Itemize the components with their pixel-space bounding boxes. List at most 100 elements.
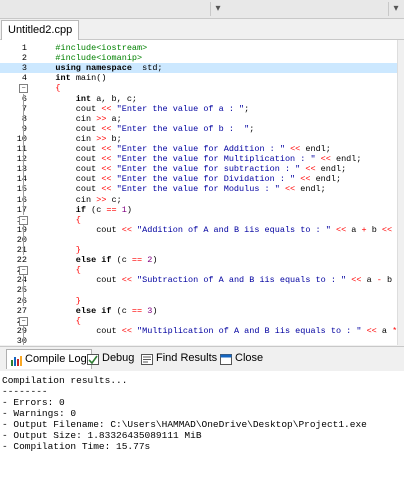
code-line[interactable]: 2 #include<iomanip> <box>0 53 404 63</box>
toolbar-dropdown-icon[interactable]: ▾ <box>388 2 403 16</box>
toolbar-dropdown-icon[interactable]: ▾ <box>210 2 225 16</box>
code-token: << <box>121 224 132 235</box>
bottom-panel-tabs: Compile Log Debug Find Results Close <box>0 346 404 372</box>
fold-toggle-icon[interactable]: − <box>19 266 28 276</box>
code-line[interactable]: 24 cout << "Subtraction of A and B iis e… <box>0 275 404 285</box>
fold-guide-line <box>23 325 24 345</box>
code-text: cout << "Multiplication of A and B iis e… <box>35 326 404 336</box>
code-token: { <box>35 83 61 94</box>
code-token: a <box>346 224 362 235</box>
panel-tab-label: Debug <box>102 352 135 364</box>
panel-tab-find-results[interactable]: Find Results <box>138 349 221 368</box>
code-token: 3 <box>142 305 153 316</box>
code-token: "Enter the value for Dividation : " <box>111 174 296 185</box>
code-text: cout << "Enter the value for subtraction… <box>35 164 346 174</box>
code-token: (c <box>111 255 132 266</box>
code-token: "Enter the value for Modulus : " <box>111 184 280 195</box>
code-line[interactable]: 30 <box>0 336 404 345</box>
code-line[interactable]: 22 else if (c == 2) <box>0 255 404 265</box>
fold-guide-line <box>23 275 24 306</box>
panel-tab-compile-log[interactable]: Compile Log <box>6 349 92 369</box>
code-line[interactable]: 9 cout << "Enter the value of b : "; <box>0 124 404 134</box>
check-icon <box>87 353 99 365</box>
code-text: int main() <box>35 73 106 83</box>
code-token: << <box>320 154 331 165</box>
code-line[interactable]: 23 { <box>0 265 404 275</box>
code-token: if <box>35 204 87 215</box>
code-line[interactable]: 5 { <box>0 83 404 93</box>
line-number: 2 <box>21 53 27 64</box>
code-token: ) <box>126 204 132 215</box>
panel-tab-debug[interactable]: Debug <box>84 349 138 368</box>
editor-tab-bar: Untitled2.cpp <box>0 19 404 40</box>
compile-log-output: Compilation results... -------- - Errors: … <box>0 371 404 480</box>
code-line[interactable]: 19 cout << "Addition of A and B iis equa… <box>0 225 404 235</box>
fold-toggle-icon[interactable]: − <box>19 316 28 326</box>
code-line[interactable]: 29 cout << "Multiplication of A and B ii… <box>0 326 404 336</box>
code-line[interactable]: 10 cin >> b; <box>0 134 404 144</box>
code-line[interactable]: 27 else if (c == 3) <box>0 306 404 316</box>
code-line[interactable]: 28 { <box>0 316 404 326</box>
code-token: >> <box>96 113 107 124</box>
code-token: << <box>101 174 112 185</box>
code-line[interactable]: 12 cout << "Enter the value for Multipli… <box>0 154 404 164</box>
fold-toggle-icon[interactable]: − <box>19 84 28 94</box>
panel-tab-close[interactable]: Close <box>217 349 267 368</box>
code-token: b; <box>106 133 122 144</box>
code-line[interactable]: 4 int main() <box>0 73 404 83</box>
code-text: else if (c == 2) <box>35 255 158 266</box>
fold-guide-line <box>23 224 24 256</box>
code-token: >> <box>96 194 107 205</box>
code-token: std; <box>131 63 163 74</box>
code-line[interactable]: 26 } <box>0 296 404 306</box>
code-token: cout <box>35 144 102 154</box>
code-token: "Enter the value for subtraction : " <box>111 164 301 175</box>
code-line[interactable]: 11 cout << "Enter the value for Addition… <box>0 144 404 154</box>
editor-scrollbar[interactable] <box>397 40 404 345</box>
code-token: "Enter the value of b : " <box>111 123 250 134</box>
line-number: 4 <box>21 73 27 84</box>
code-token: int <box>35 93 92 104</box>
log-line: - Warnings: 0 <box>2 408 77 419</box>
code-line[interactable]: 15 cout << "Enter the value for Modulus … <box>0 184 404 194</box>
fold-toggle-icon[interactable]: − <box>19 215 28 225</box>
code-line[interactable]: 18 { <box>0 215 404 225</box>
code-token: a <box>376 325 393 336</box>
code-token: main() <box>70 73 107 84</box>
code-line[interactable]: 3 using namespace std; <box>0 63 404 74</box>
code-line[interactable]: 14 cout << "Enter the value for Dividati… <box>0 174 404 184</box>
code-line[interactable]: 13 cout << "Enter the value for subtract… <box>0 164 404 174</box>
code-token: << <box>121 275 132 286</box>
log-line: - Compilation Time: 15.77s <box>2 441 151 452</box>
code-token: << <box>101 123 112 134</box>
code-token: "Enter the value for Addition : " <box>111 144 285 154</box>
code-token: == <box>131 255 143 266</box>
code-line[interactable]: 6 int a, b, c; <box>0 94 404 104</box>
code-token: ) <box>152 255 158 266</box>
code-line[interactable]: 25 <box>0 285 404 295</box>
code-token: cin <box>35 194 97 205</box>
code-line[interactable]: 20 <box>0 235 404 245</box>
code-editor[interactable]: 1 #include<iostream> 2 #include<iomanip> 3… <box>0 40 404 345</box>
code-token: ) <box>152 305 158 316</box>
code-text: cout << "Enter the value for Multiplicat… <box>35 154 362 165</box>
code-line[interactable]: 1 #include<iostream> <box>0 43 404 53</box>
code-text: cout << "Enter the value for Dividation … <box>35 174 341 184</box>
code-token: a; <box>106 113 122 124</box>
log-line: - Output Size: 1.83326435089111 MiB <box>2 430 202 441</box>
code-line[interactable]: 16 cin >> c; <box>0 195 404 205</box>
code-token: using namespace <box>35 63 132 74</box>
code-line[interactable]: 8 cin >> a; <box>0 114 404 124</box>
code-line[interactable]: 17 if (c == 1) <box>0 205 404 215</box>
code-line[interactable]: 21 } <box>0 245 404 255</box>
code-line[interactable]: 7 cout << "Enter the value of a : "; <box>0 104 404 114</box>
editor-tab[interactable]: Untitled2.cpp <box>1 20 80 40</box>
panel-tab-label: Find Results <box>156 352 218 364</box>
code-token: cout <box>35 275 122 286</box>
code-text: { <box>35 265 81 275</box>
code-text <box>35 285 40 295</box>
code-text: cin >> b; <box>35 134 122 144</box>
code-token: cout <box>35 103 102 114</box>
